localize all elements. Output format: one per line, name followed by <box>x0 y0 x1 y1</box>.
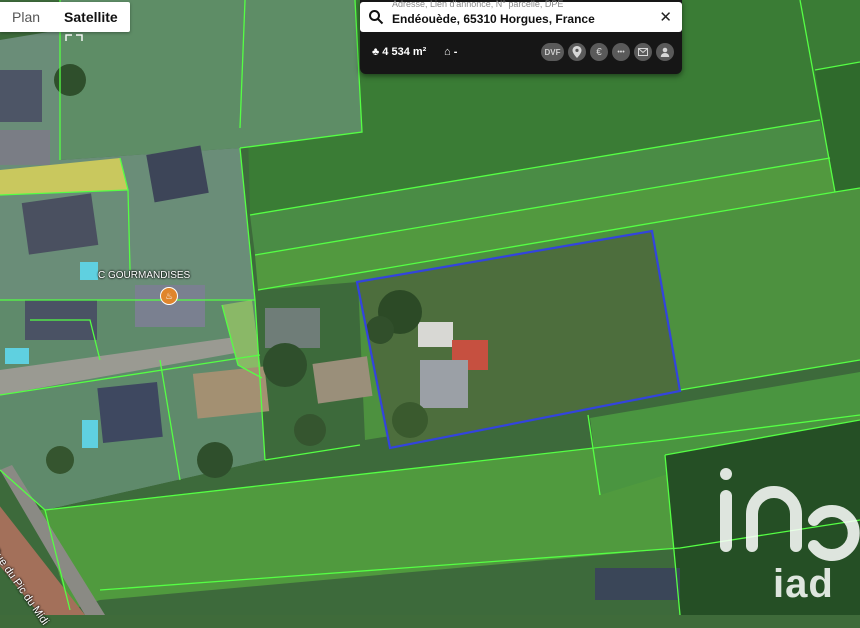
search-box[interactable]: Adresse, Lien d'annonce, N° parcelle, DP… <box>360 0 682 32</box>
search-panel: Adresse, Lien d'annonce, N° parcelle, DP… <box>360 0 682 74</box>
parcel-house-value: - <box>453 46 458 58</box>
tree-icon: ♣ <box>372 46 380 58</box>
house-icon: ⌂ <box>444 46 451 58</box>
restaurant-icon[interactable]: ♨ <box>160 287 178 305</box>
dvf-button[interactable]: DVF <box>541 43 564 61</box>
close-icon[interactable]: ✕ <box>659 8 672 26</box>
building <box>418 322 453 347</box>
building <box>420 360 468 408</box>
poi-label: C GOURMANDISES <box>98 270 191 281</box>
parcel-area-value: 4 534 m² <box>382 46 427 58</box>
search-input[interactable]: Endéouède, 65310 Horgues, France <box>392 12 595 26</box>
search-placeholder: Adresse, Lien d'annonce, N° parcelle, DP… <box>392 0 564 9</box>
parcel-house-info: ⌂ - <box>444 46 457 58</box>
watermark-text: iad <box>773 562 834 606</box>
mail-icon[interactable] <box>634 43 652 61</box>
user-icon[interactable] <box>656 43 674 61</box>
parcel-area-info: ♣ 4 534 m² <box>372 46 426 58</box>
map-type-plan-button[interactable]: Plan <box>0 2 52 32</box>
map-type-satellite-button[interactable]: Satellite <box>52 2 130 32</box>
euro-icon[interactable]: € <box>590 43 608 61</box>
map-type-control: Plan Satellite <box>0 2 130 32</box>
location-pin-icon[interactable] <box>568 43 586 61</box>
more-dots-icon[interactable]: ••• <box>612 43 630 61</box>
search-icon <box>369 10 384 25</box>
